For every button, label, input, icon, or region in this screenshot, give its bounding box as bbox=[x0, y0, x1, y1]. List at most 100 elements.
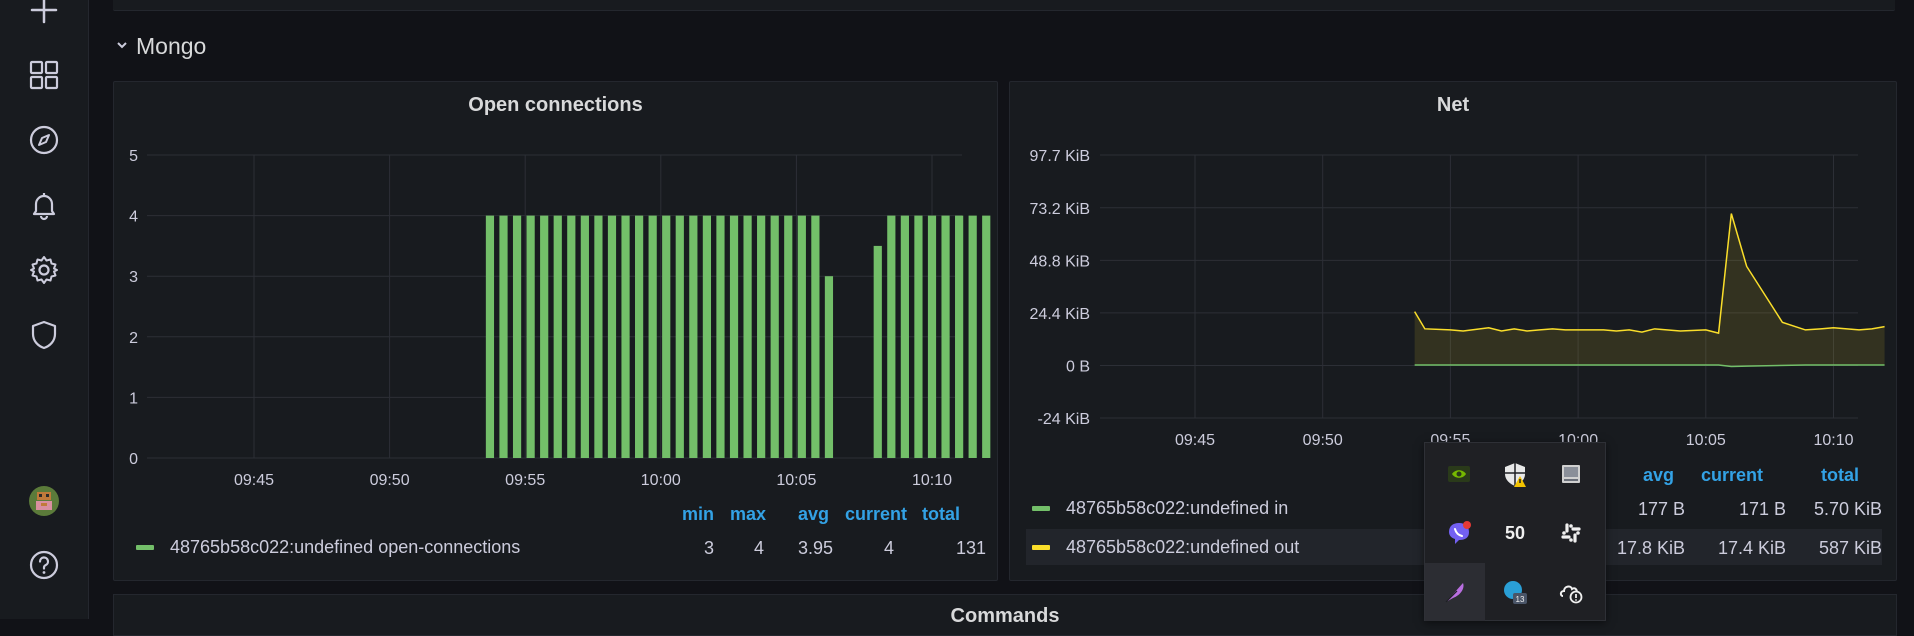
bar bbox=[716, 215, 725, 458]
legend-series-name: 48765b58c022:undefined in bbox=[1066, 497, 1289, 518]
y-tick-label: 2 bbox=[129, 330, 138, 347]
alerting-bell-icon[interactable] bbox=[22, 183, 66, 227]
legend-header-min[interactable]: min bbox=[682, 504, 714, 525]
explore-compass-icon[interactable] bbox=[22, 118, 66, 162]
bar bbox=[729, 215, 739, 458]
avatar[interactable] bbox=[22, 479, 66, 523]
bar bbox=[648, 215, 657, 458]
legend-value-min: 3 bbox=[703, 538, 714, 558]
bar bbox=[927, 215, 937, 458]
legend-header-avg[interactable]: avg bbox=[1643, 465, 1674, 486]
legend-value-avg: 17.8 KiB bbox=[1616, 538, 1685, 558]
x-tick-label: 10:00 bbox=[641, 472, 681, 489]
bar bbox=[526, 215, 535, 458]
bar bbox=[689, 215, 698, 458]
legend-header-total[interactable]: total bbox=[922, 504, 960, 525]
legend-header-current[interactable]: current bbox=[845, 504, 907, 525]
legend-value-avg: 3.95 bbox=[797, 538, 833, 558]
cloud-alert-icon[interactable] bbox=[1543, 563, 1599, 621]
legend-item-in[interactable]: 48765b58c022:undefined in bbox=[1032, 490, 1288, 526]
panel-title: Commands bbox=[950, 605, 1060, 627]
x-tick-label: 10:05 bbox=[1686, 432, 1726, 449]
bar bbox=[580, 215, 589, 458]
bar bbox=[702, 215, 712, 458]
bar bbox=[968, 215, 977, 458]
dashboards-icon[interactable] bbox=[22, 53, 66, 97]
bar bbox=[770, 215, 779, 458]
bar bbox=[900, 215, 909, 458]
feather-pen-icon[interactable] bbox=[1425, 563, 1485, 621]
nvidia-icon[interactable] bbox=[1431, 445, 1487, 503]
previous-panel-edge bbox=[113, 0, 1895, 11]
panel-open-connections[interactable]: Open connections 0 1 2 3 4 5 09:45 09:50 09:55 10… bbox=[113, 81, 998, 581]
sidebar bbox=[0, 0, 89, 619]
bar bbox=[887, 215, 896, 458]
bar bbox=[635, 215, 644, 458]
y-tick-label: 24.4 KiB bbox=[1030, 306, 1090, 323]
system-tray-popup: 50 13 bbox=[1424, 442, 1606, 621]
open-connections-chart: 0 1 2 3 4 5 09:45 09:50 09:55 10:00 10:05 10:10 bbox=[129, 148, 991, 489]
bar bbox=[784, 215, 793, 458]
legend-item-open-connections[interactable]: 48765b58c022:undefined open-connections bbox=[136, 529, 520, 565]
x-tick-label: 09:55 bbox=[505, 472, 545, 489]
bar bbox=[553, 215, 562, 458]
legend-header-total[interactable]: total bbox=[1821, 465, 1859, 486]
bar bbox=[567, 215, 576, 458]
legend-value-total: 587 KiB bbox=[1818, 538, 1882, 558]
legend-series-name: 48765b58c022:undefined open-connections bbox=[170, 536, 521, 557]
bar bbox=[941, 215, 950, 458]
badge-count[interactable]: 50 bbox=[1487, 504, 1543, 562]
y-tick-label: 0 bbox=[129, 451, 138, 468]
series-color-swatch[interactable] bbox=[1032, 544, 1050, 550]
bar bbox=[955, 215, 964, 458]
notification-count: 13 bbox=[1516, 595, 1525, 604]
y-tick-label: 5 bbox=[129, 148, 138, 165]
y-tick-label: 1 bbox=[129, 390, 138, 407]
legend-header-avg[interactable]: avg bbox=[798, 504, 829, 525]
y-tick-label: 3 bbox=[129, 269, 138, 286]
x-tick-label: 09:50 bbox=[1303, 432, 1343, 449]
globe-notification-icon[interactable]: 13 bbox=[1487, 563, 1543, 621]
x-tick-label: 09:45 bbox=[234, 472, 274, 489]
bar bbox=[540, 215, 549, 458]
settings-gear-icon[interactable] bbox=[22, 248, 66, 292]
row-header-mongo[interactable]: Mongo bbox=[116, 30, 206, 62]
panel-commands[interactable]: Commands bbox=[113, 594, 1897, 636]
security-warning-icon[interactable] bbox=[1487, 445, 1543, 503]
legend-value-current: 17.4 KiB bbox=[1717, 538, 1786, 558]
y-tick-label: 73.2 KiB bbox=[1030, 201, 1090, 218]
legend-item-out[interactable]: 48765b58c022:undefined out bbox=[1032, 529, 1299, 565]
legend-value-current: 171 B bbox=[1738, 499, 1786, 519]
legend-value-total: 131 bbox=[955, 538, 986, 558]
legend-value-avg: 177 B bbox=[1637, 499, 1685, 519]
shield-icon[interactable] bbox=[22, 313, 66, 357]
viber-icon[interactable] bbox=[1431, 504, 1487, 562]
plus-icon[interactable] bbox=[22, 0, 66, 32]
bar bbox=[914, 215, 923, 458]
series-color-swatch[interactable] bbox=[136, 544, 154, 550]
y-tick-label: 0 B bbox=[1066, 358, 1090, 375]
bar bbox=[607, 215, 617, 458]
y-tick-label: -24 KiB bbox=[1038, 411, 1090, 428]
bar bbox=[873, 245, 882, 458]
legend-header-current[interactable]: current bbox=[1701, 465, 1763, 486]
y-tick-label: 4 bbox=[129, 209, 138, 226]
removable-drive-icon[interactable] bbox=[1543, 445, 1599, 503]
slack-icon[interactable] bbox=[1543, 504, 1599, 562]
legend-value-max: 4 bbox=[753, 538, 764, 558]
bar bbox=[811, 215, 820, 458]
bar bbox=[824, 276, 834, 458]
series-color-swatch[interactable] bbox=[1032, 505, 1050, 511]
bar bbox=[499, 215, 508, 458]
y-tick-label: 48.8 KiB bbox=[1030, 253, 1090, 270]
y-tick-label: 97.7 KiB bbox=[1030, 148, 1090, 165]
bar bbox=[662, 215, 671, 458]
bar bbox=[485, 215, 495, 458]
bar bbox=[675, 215, 684, 458]
help-icon[interactable] bbox=[22, 543, 66, 587]
bar bbox=[982, 215, 991, 458]
legend-series-name: 48765b58c022:undefined out bbox=[1066, 536, 1300, 557]
chevron-down-icon bbox=[116, 38, 128, 54]
x-tick-label: 10:10 bbox=[1813, 432, 1853, 449]
legend-header-max[interactable]: max bbox=[730, 504, 766, 525]
